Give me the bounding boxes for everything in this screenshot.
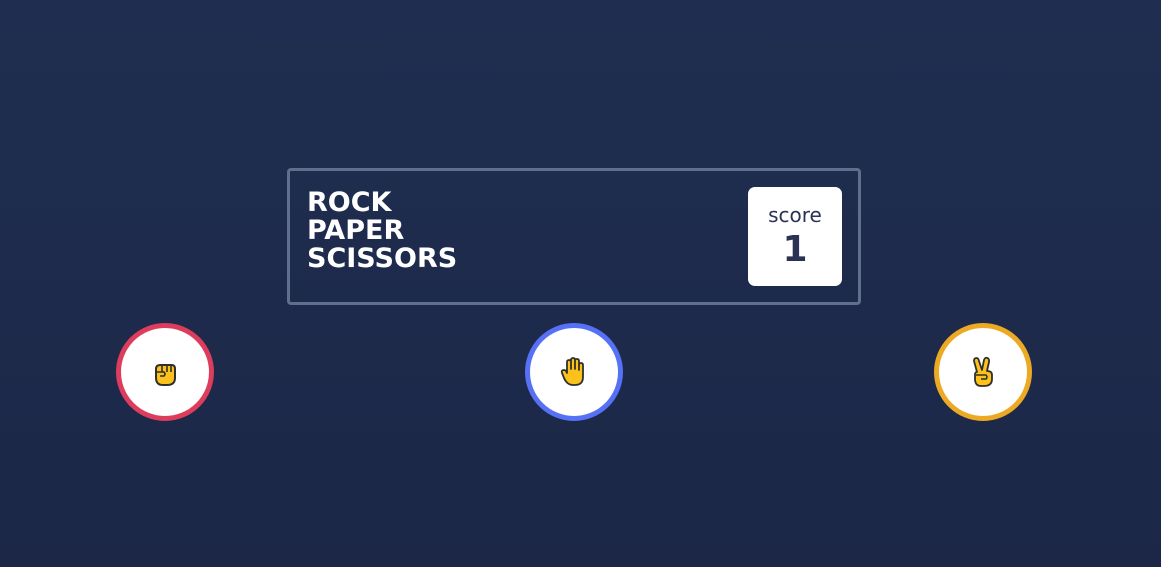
- raised-hand-icon: [560, 357, 584, 386]
- score-label: score: [768, 203, 822, 227]
- title-line-rock: ROCK: [307, 187, 392, 218]
- victory-hand-icon: [973, 356, 993, 387]
- game-header: ROCK PAPER SCISSORS score 1: [287, 168, 861, 305]
- score-value: 1: [782, 229, 808, 270]
- scissors-button[interactable]: [934, 323, 1032, 421]
- game-title: ROCK PAPER SCISSORS: [307, 189, 457, 273]
- raised-fist-icon: [155, 364, 176, 386]
- paper-button[interactable]: [525, 323, 623, 421]
- score-box: score 1: [748, 187, 842, 286]
- title-line-paper: PAPER: [307, 215, 405, 246]
- rock-button[interactable]: [116, 323, 214, 421]
- title-line-scissors: SCISSORS: [307, 243, 458, 274]
